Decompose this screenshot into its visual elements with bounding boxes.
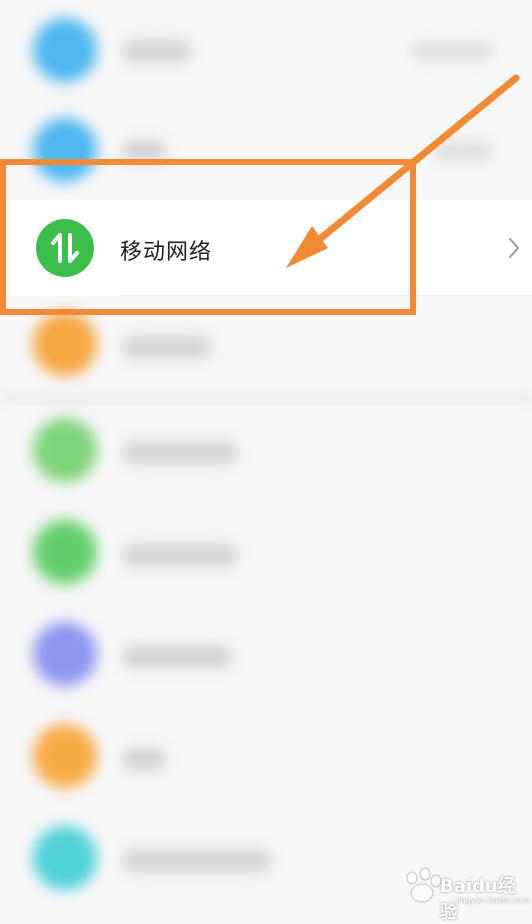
settings-item-blurred[interactable] [0, 96, 532, 196]
settings-item-mobile-network[interactable]: 移动网络 [0, 200, 532, 296]
chevron-right-icon [509, 238, 519, 258]
app-icon [33, 18, 97, 82]
app-icon [33, 312, 97, 376]
item-label-blurred [122, 544, 238, 566]
mobile-network-label: 移动网络 [120, 240, 213, 265]
item-label-blurred [122, 850, 272, 872]
app-icon [33, 826, 97, 890]
item-value-blurred [412, 42, 492, 60]
mobile-data-arrows-icon [36, 219, 94, 277]
item-label-blurred [122, 646, 232, 668]
item-value-blurred [432, 142, 492, 160]
watermark-url: jingyan.baidu.com [456, 896, 530, 905]
app-icon [33, 418, 97, 482]
settings-list: 移动网络 [0, 0, 532, 918]
settings-item-blurred[interactable] [0, 708, 532, 808]
settings-item-blurred[interactable] [0, 504, 532, 604]
item-label-blurred [122, 40, 192, 62]
settings-item-blurred[interactable] [0, 606, 532, 706]
app-icon [33, 118, 97, 182]
settings-item-blurred[interactable] [0, 0, 532, 96]
app-icon [33, 622, 97, 686]
settings-item-blurred[interactable] [0, 402, 532, 502]
item-label-blurred [122, 140, 166, 162]
app-icon [33, 724, 97, 788]
item-label-blurred [122, 442, 238, 464]
item-label-blurred [122, 336, 212, 358]
app-icon [33, 520, 97, 584]
settings-item-blurred[interactable] [0, 296, 532, 396]
item-label-blurred [122, 748, 166, 770]
mobile-data-arrows-glyph [51, 233, 79, 263]
